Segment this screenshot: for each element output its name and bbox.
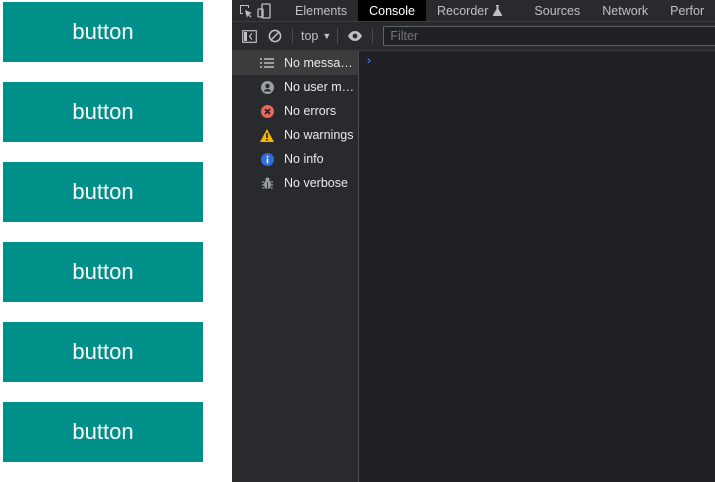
sidebar-item-errors[interactable]: No errors xyxy=(232,99,358,123)
sidebar-item-label: No errors xyxy=(284,104,337,118)
list-icon xyxy=(260,56,274,70)
devtools-panel: Elements Console Recorder Sources Networ… xyxy=(232,0,715,482)
clear-console-icon[interactable] xyxy=(264,25,286,47)
sidebar-item-info[interactable]: No info xyxy=(232,147,358,171)
sidebar-item-label: No verbose xyxy=(284,176,348,190)
sidebar-item-user-messages[interactable]: No user me... xyxy=(232,75,358,99)
tab-recorder[interactable]: Recorder xyxy=(426,0,513,21)
user-icon xyxy=(260,80,274,94)
filter-input[interactable] xyxy=(383,26,715,46)
tab-sources[interactable]: Sources xyxy=(523,0,591,21)
dropdown-arrow-icon: ▼ xyxy=(322,31,332,41)
page-content: button button button button button butto… xyxy=(0,0,232,482)
console-sidebar: No messages No user me... No errors No w… xyxy=(232,51,359,482)
toolbar-separator xyxy=(292,28,293,44)
warning-icon xyxy=(260,128,274,142)
sidebar-item-messages[interactable]: No messages xyxy=(232,51,358,75)
inspect-element-icon[interactable] xyxy=(238,0,254,21)
console-prompt-icon: › xyxy=(367,53,371,67)
sidebar-item-warnings[interactable]: No warnings xyxy=(232,123,358,147)
device-toolbar-icon[interactable] xyxy=(256,0,272,21)
tab-network[interactable]: Network xyxy=(591,0,659,21)
button-5[interactable]: button xyxy=(3,322,203,382)
error-icon xyxy=(260,104,274,118)
tab-elements[interactable]: Elements xyxy=(284,0,358,21)
toolbar-separator xyxy=(337,28,339,44)
sidebar-item-label: No user me... xyxy=(284,80,358,94)
context-label: top xyxy=(301,29,319,43)
sidebar-item-label: No messages xyxy=(284,56,358,70)
flask-icon xyxy=(493,5,503,16)
button-6[interactable]: button xyxy=(3,402,203,462)
bug-icon xyxy=(260,176,274,190)
tab-recorder-label: Recorder xyxy=(436,3,489,18)
console-output[interactable]: › xyxy=(359,51,715,482)
sidebar-item-label: No warnings xyxy=(284,128,354,142)
button-2[interactable]: button xyxy=(3,82,203,142)
tab-console[interactable]: Console xyxy=(358,0,426,21)
devtools-tab-bar: Elements Console Recorder Sources Networ… xyxy=(232,0,715,22)
toolbar-separator xyxy=(372,28,374,44)
tab-performance[interactable]: Perfor xyxy=(659,0,715,21)
sidebar-toggle-icon[interactable] xyxy=(238,25,260,47)
sidebar-item-verbose[interactable]: No verbose xyxy=(232,171,358,195)
sidebar-item-label: No info xyxy=(284,152,324,166)
info-icon xyxy=(260,152,274,166)
context-selector[interactable]: top ▼ xyxy=(301,29,331,43)
console-toolbar: top ▼ xyxy=(232,22,715,51)
button-1[interactable]: button xyxy=(3,2,203,62)
button-3[interactable]: button xyxy=(3,162,203,222)
button-4[interactable]: button xyxy=(3,242,203,302)
eye-icon[interactable] xyxy=(344,25,366,47)
